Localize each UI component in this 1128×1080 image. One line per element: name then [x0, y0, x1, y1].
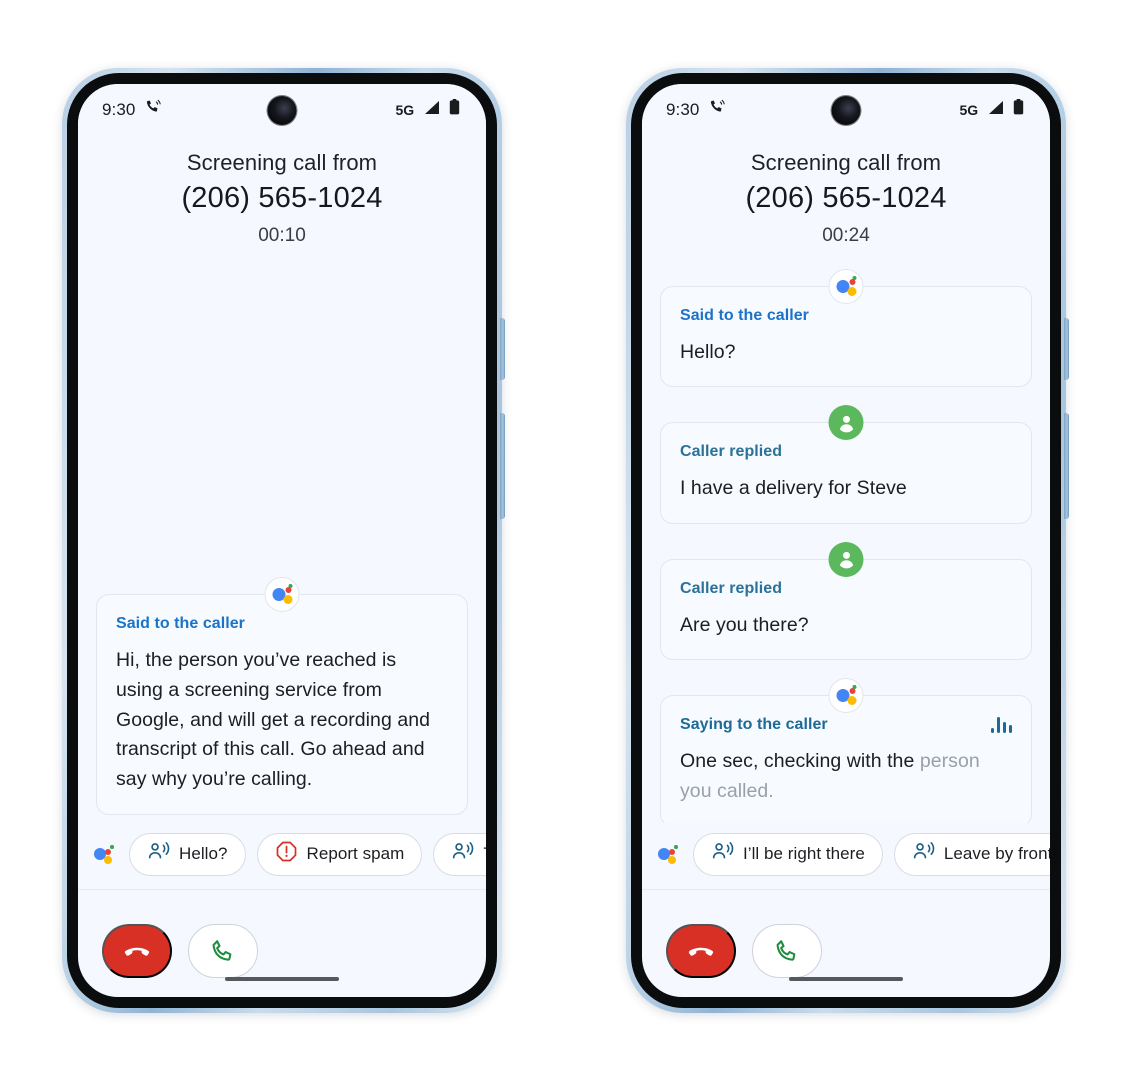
front-camera	[831, 95, 861, 125]
assistant-avatar	[828, 678, 864, 714]
speak-aloud-icon	[711, 840, 734, 868]
transcript-card: Said to the caller Hi, the person you’ve …	[96, 594, 468, 815]
phone-screening-icon	[709, 98, 727, 121]
transcript-speaker-label: Said to the caller	[680, 306, 809, 324]
caller-avatar	[828, 541, 864, 577]
assistant-logo-icon	[94, 843, 116, 865]
suggestion-chip-label: Hello?	[179, 844, 228, 863]
suggestion-chip-label: Leave by front door	[943, 844, 1050, 863]
gesture-navigation-bar[interactable]	[789, 976, 903, 981]
suggestion-chip-3[interactable]: Tell me mo	[433, 832, 486, 876]
status-bar-left: 9:30	[102, 98, 163, 121]
phone-screen: 9:305GSaying to the callerThey said you …	[642, 83, 1050, 997]
transcript-card: Saying to the caller One sec, checking wi…	[660, 695, 1032, 823]
call-header: Screening call from (206) 565-1024 00:10	[78, 135, 486, 265]
suggestion-chip-1[interactable]: Hello?	[129, 832, 246, 876]
transcript-entry: Said to the caller Hello?	[660, 268, 1032, 388]
suggestion-chip-label: Report spam	[306, 844, 405, 863]
transcript-speaker-label: Saying to the caller	[680, 716, 828, 734]
transcript-entry: Caller replied Are you there?	[660, 541, 1032, 661]
suggestion-chip-label: I’ll be right there	[743, 844, 865, 863]
suggestion-chips: Hello? Report spam Tell me mo	[78, 823, 486, 889]
caller-number: (206) 565-1024	[745, 181, 947, 214]
transcript-entry: Caller replied I have a delivery for Stev…	[660, 405, 1032, 524]
call-controls	[78, 888, 486, 997]
transcript-entry: Said to the caller Hi, the person you’ve …	[96, 577, 468, 815]
transcript-card-header: Said to the caller	[680, 307, 1012, 325]
status-bar-right: 5G	[960, 99, 1024, 120]
transcript-list[interactable]: Said to the caller Hi, the person you’ve …	[78, 265, 486, 823]
transcript-entry: Saying to the caller One sec, checking wi…	[660, 678, 1032, 823]
transcript-pending-text: person you called.	[680, 750, 980, 802]
status-time: 9:30	[666, 99, 700, 119]
status-bar-right: 5G	[396, 99, 460, 120]
volume-button[interactable]	[500, 412, 505, 519]
transcript-card-header: Caller replied	[680, 443, 1012, 461]
transcript-text: I have a delivery for Steve	[680, 477, 907, 500]
end-call-button[interactable]	[666, 923, 736, 978]
transcript-text: One sec, checking with the person you ca…	[680, 750, 980, 802]
suggestion-chip-2[interactable]: Leave by front door	[893, 832, 1050, 876]
call-controls	[642, 888, 1050, 997]
end-call-button[interactable]	[102, 923, 172, 978]
gesture-navigation-bar[interactable]	[225, 976, 339, 981]
suggestion-chip-1[interactable]: I’ll be right there	[693, 832, 883, 876]
phone-screen: 9:30 5G Screening call from (206) 565-1024 0…	[78, 83, 486, 997]
signal-bars-icon	[987, 100, 1004, 120]
speak-aloud-icon	[451, 840, 474, 868]
power-button[interactable]	[500, 317, 505, 380]
assistant-avatar	[264, 577, 300, 613]
network-label: 5G	[395, 101, 415, 118]
front-camera	[267, 95, 297, 125]
screening-title: Screening call from	[186, 149, 378, 175]
transcript-text: Hi, the person you’ve reached is using a…	[116, 649, 430, 790]
suggestion-chips: I’ll be right there Leave by front door	[642, 823, 1050, 889]
answer-call-button[interactable]	[752, 923, 822, 978]
caller-number: (206) 565-1024	[181, 181, 383, 214]
suggestion-chip-label: Tell me mo	[483, 844, 486, 864]
battery-full-icon	[1013, 99, 1024, 120]
signal-bars-icon	[423, 100, 440, 120]
call-header: Screening call from (206) 565-1024 00:24	[642, 135, 1050, 265]
phone-screening-icon	[145, 98, 163, 121]
battery-full-icon	[449, 99, 460, 120]
transcript-text: Hello?	[680, 340, 736, 363]
phone-right: 9:305GSaying to the callerThey said you …	[626, 67, 1069, 1013]
call-timer: 00:24	[822, 224, 870, 246]
network-label: 5G	[959, 101, 979, 118]
transcript-card-header: Caller replied	[680, 580, 1012, 598]
transcript-card-header: Said to the caller	[116, 615, 448, 633]
transcript-speaker-label: Caller replied	[680, 579, 783, 597]
transcript-speaker-label: Said to the caller	[116, 615, 245, 633]
status-bar-left: 9:30	[666, 98, 727, 121]
audio-waveform-icon	[990, 717, 1012, 734]
phone-left: 9:30 5G Screening call from (206) 565-1024 0…	[62, 67, 505, 1013]
speak-aloud-icon	[912, 840, 935, 868]
assistant-avatar	[828, 268, 864, 304]
transcript-speaker-label: Caller replied	[680, 443, 783, 461]
phone-comparison-stage: 9:30 5G Screening call from (206) 565-1024 0…	[0, 0, 1128, 1080]
suggestion-chip-2[interactable]: Report spam	[256, 832, 423, 876]
status-time: 9:30	[102, 99, 136, 119]
transcript-card-header: Saying to the caller	[680, 716, 1012, 734]
speak-aloud-icon	[147, 840, 170, 868]
report-spam-icon	[275, 840, 298, 868]
transcript-text: Are you there?	[680, 613, 809, 636]
volume-button[interactable]	[1064, 412, 1069, 519]
call-timer: 00:10	[258, 224, 306, 246]
assistant-logo-icon	[658, 843, 680, 865]
answer-call-button[interactable]	[188, 923, 258, 978]
screening-title: Screening call from	[750, 149, 942, 175]
power-button[interactable]	[1064, 317, 1069, 380]
caller-avatar	[828, 405, 864, 441]
transcript-list[interactable]: Said to the caller Hello? Caller replied I …	[642, 265, 1050, 823]
